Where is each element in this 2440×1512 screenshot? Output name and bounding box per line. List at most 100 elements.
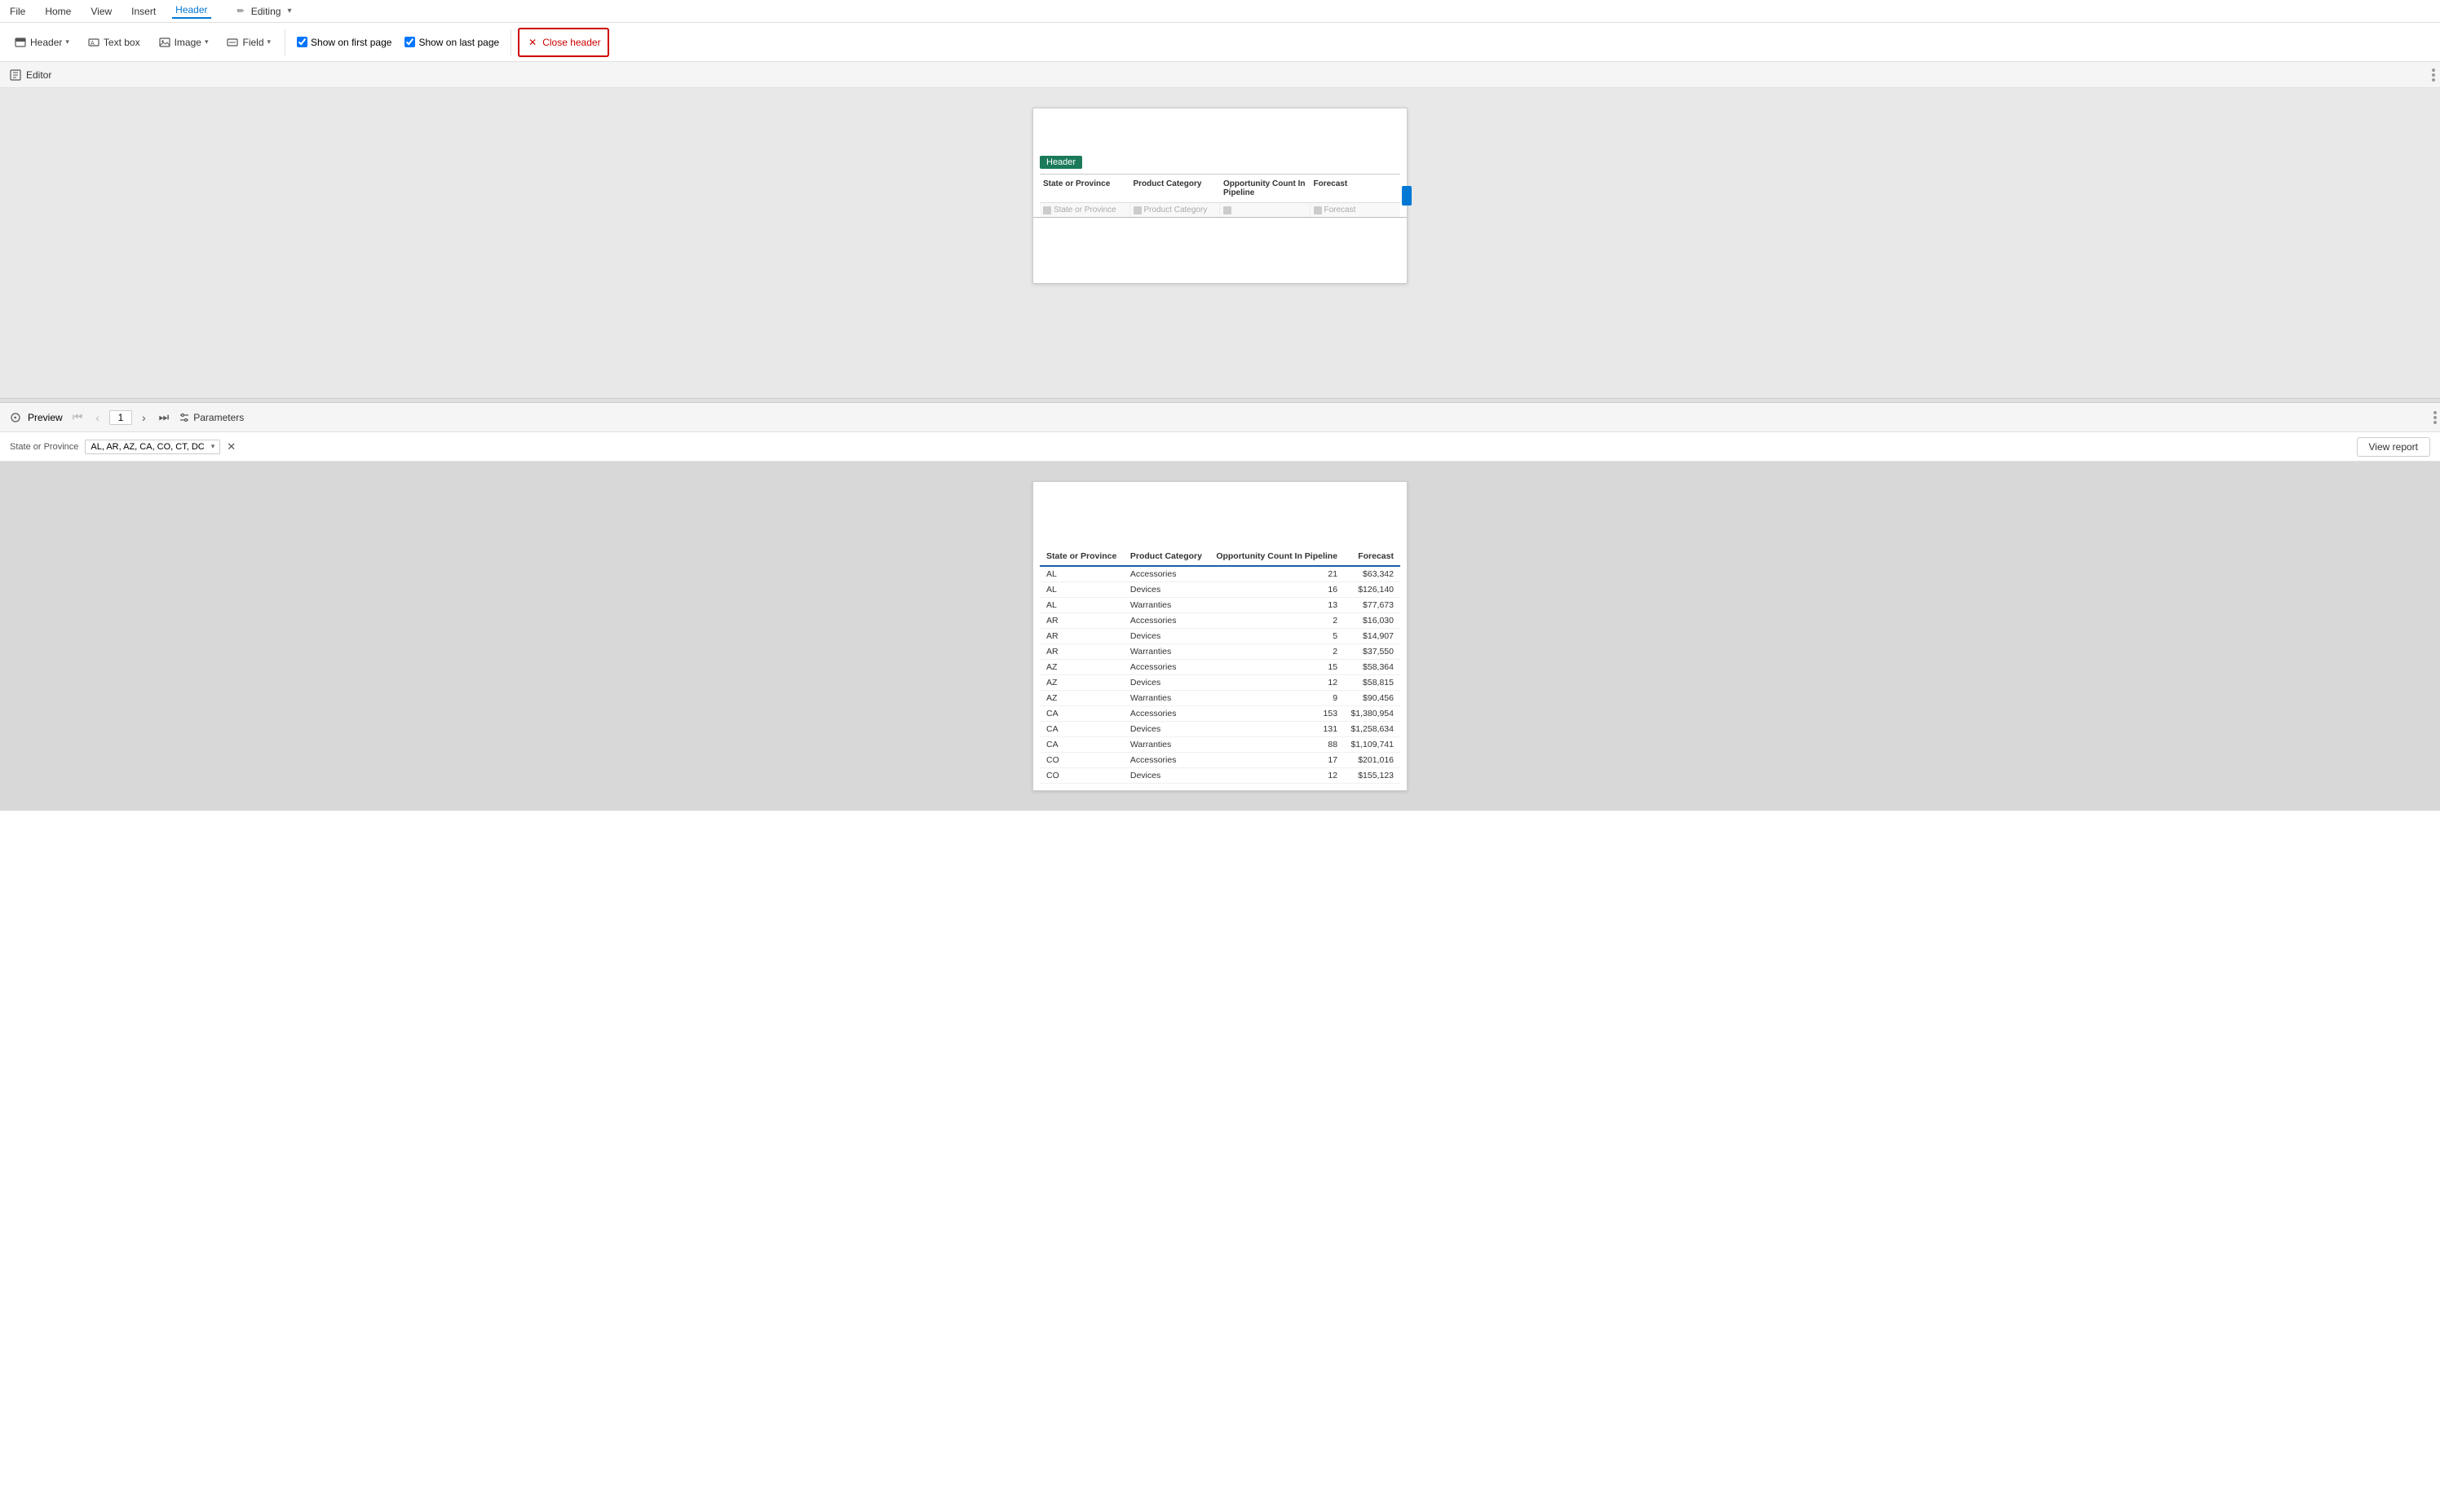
table-cell: Accessories	[1124, 706, 1209, 722]
th-product: Product Category	[1124, 547, 1209, 566]
editor-page-top-space	[1033, 108, 1407, 149]
show-first-page-checkbox[interactable]	[297, 37, 307, 47]
table-cell: Warranties	[1124, 598, 1209, 613]
th-state: State or Province	[1040, 547, 1124, 566]
textbox-ribbon-btn[interactable]: A Text box	[80, 28, 148, 57]
table-row: AZWarranties9$90,456	[1040, 691, 1400, 706]
table-cell: CA	[1040, 737, 1124, 753]
opportunity-field-icon	[1223, 206, 1231, 214]
table-cell: $201,016	[1344, 753, 1400, 768]
menu-insert[interactable]: Insert	[128, 6, 159, 17]
editor-col-product: Product Category	[1130, 178, 1221, 199]
preview-data-table: State or Province Product Category Oppor…	[1040, 547, 1400, 784]
next-page-btn[interactable]: ›	[139, 409, 149, 426]
table-row: CAWarranties88$1,109,741	[1040, 737, 1400, 753]
field-ribbon-btn[interactable]: Field ▾	[219, 28, 278, 57]
table-cell: $63,342	[1344, 566, 1400, 582]
svg-text:A: A	[91, 41, 95, 46]
table-cell: $77,673	[1344, 598, 1400, 613]
ribbon: Header ▾ A Text box Image ▾ Field ▾ Show…	[0, 23, 2440, 62]
show-first-page-toggle[interactable]: Show on first page	[292, 33, 396, 51]
editor-icon	[10, 69, 21, 81]
table-cell: 153	[1209, 706, 1345, 722]
table-cell: $14,907	[1344, 629, 1400, 644]
table-cell: CA	[1040, 722, 1124, 737]
table-cell: 88	[1209, 737, 1345, 753]
table-cell: 15	[1209, 660, 1345, 675]
table-cell: 5	[1209, 629, 1345, 644]
editor-label: Editor	[26, 69, 51, 81]
table-cell: Warranties	[1124, 691, 1209, 706]
param-value-box[interactable]: AL, AR, AZ, CA, CO, CT, DC ▾	[85, 440, 220, 454]
preview-icon	[10, 412, 21, 423]
preview-report-page: State or Province Product Category Oppor…	[1032, 481, 1408, 791]
editor-page-resize-handle[interactable]	[1402, 186, 1412, 206]
first-page-btn[interactable]: ⏮	[69, 409, 86, 426]
param-clear-btn[interactable]: ✕	[227, 441, 236, 452]
page-number-input[interactable]	[109, 410, 132, 425]
table-cell: 2	[1209, 644, 1345, 660]
table-row: ARDevices5$14,907	[1040, 629, 1400, 644]
table-cell: AR	[1040, 644, 1124, 660]
editor-body-zone[interactable]	[1033, 218, 1407, 283]
table-cell: AR	[1040, 629, 1124, 644]
params-bar: State or Province AL, AR, AZ, CA, CO, CT…	[0, 432, 2440, 462]
table-cell: Devices	[1124, 582, 1209, 598]
param-value-text: AL, AR, AZ, CA, CO, CT, DC	[91, 442, 204, 452]
table-cell: Warranties	[1124, 644, 1209, 660]
table-row: AZDevices12$58,815	[1040, 675, 1400, 691]
table-header-row: State or Province Product Category Oppor…	[1040, 547, 1400, 566]
table-cell: Devices	[1124, 768, 1209, 784]
show-last-page-toggle[interactable]: Show on last page	[400, 33, 504, 51]
param-state-label: State or Province	[10, 442, 78, 452]
editor-body-product: Product Category	[1130, 203, 1221, 217]
show-last-page-checkbox[interactable]	[404, 37, 415, 47]
preview-canvas: State or Province Product Category Oppor…	[0, 462, 2440, 811]
close-header-btn[interactable]: ✕ Close header	[518, 28, 608, 57]
image-ribbon-btn[interactable]: Image ▾	[151, 28, 216, 57]
table-cell: 17	[1209, 753, 1345, 768]
table-cell: Warranties	[1124, 737, 1209, 753]
table-cell: $16,030	[1344, 613, 1400, 629]
table-cell: CO	[1040, 753, 1124, 768]
table-cell: AR	[1040, 613, 1124, 629]
table-cell: 12	[1209, 768, 1345, 784]
menu-bar: File Home View Insert Header ✏ Editing ▾	[0, 0, 2440, 23]
field-icon	[226, 36, 239, 49]
th-forecast: Forecast	[1344, 547, 1400, 566]
header-ribbon-btn[interactable]: Header ▾	[7, 28, 77, 57]
last-page-btn[interactable]: ⏭	[156, 409, 173, 426]
parameters-btn[interactable]: Parameters	[179, 412, 244, 423]
table-cell: Devices	[1124, 722, 1209, 737]
editor-col-opportunity: Opportunity Count In Pipeline	[1220, 178, 1311, 199]
menu-home[interactable]: Home	[42, 6, 74, 17]
table-cell: 2	[1209, 613, 1345, 629]
preview-edge-handle	[2433, 411, 2437, 424]
menu-header[interactable]: Header	[172, 4, 210, 19]
parameters-icon	[179, 412, 190, 423]
table-row: ALWarranties13$77,673	[1040, 598, 1400, 613]
view-report-btn[interactable]: View report	[2357, 437, 2430, 457]
table-cell: AL	[1040, 598, 1124, 613]
editor-canvas: Header State or Province Product Categor…	[0, 88, 2440, 398]
editor-header-zone[interactable]: Header State or Province Product Categor…	[1033, 149, 1407, 218]
preview-table-container: State or Province Product Category Oppor…	[1033, 547, 1407, 790]
table-cell: CO	[1040, 768, 1124, 784]
editing-mode-label[interactable]: Editing	[248, 6, 285, 17]
editor-body-state: State or Province	[1040, 203, 1130, 217]
table-cell: 16	[1209, 582, 1345, 598]
editor-resize-handle[interactable]	[2430, 69, 2437, 82]
state-field-icon	[1043, 206, 1051, 214]
table-row: ARAccessories2$16,030	[1040, 613, 1400, 629]
prev-page-btn[interactable]: ‹	[92, 409, 103, 426]
table-row: AZAccessories15$58,364	[1040, 660, 1400, 675]
table-cell: $37,550	[1344, 644, 1400, 660]
table-cell: Devices	[1124, 629, 1209, 644]
menu-file[interactable]: File	[7, 6, 29, 17]
menu-view[interactable]: View	[87, 6, 115, 17]
table-cell: 21	[1209, 566, 1345, 582]
forecast-field-icon	[1314, 206, 1322, 214]
table-cell: $126,140	[1344, 582, 1400, 598]
param-dropdown-arrow[interactable]: ▾	[211, 442, 215, 451]
table-cell: AL	[1040, 566, 1124, 582]
